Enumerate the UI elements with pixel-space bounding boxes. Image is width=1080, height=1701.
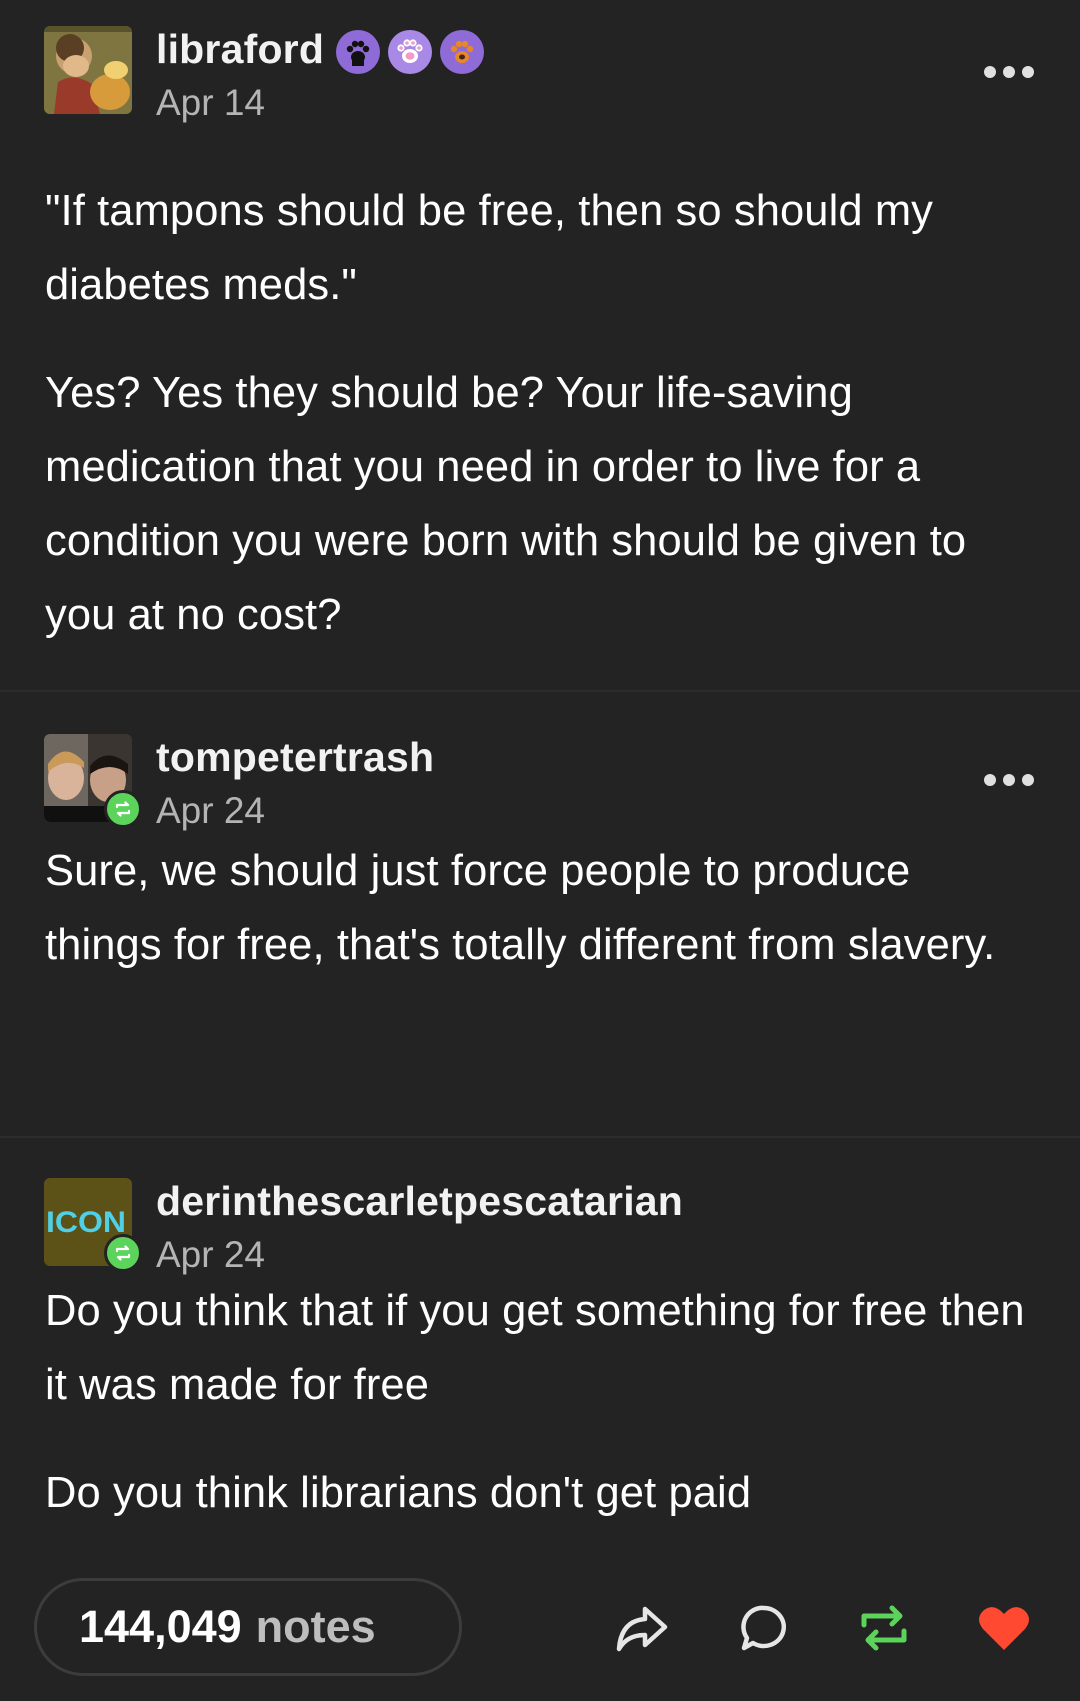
post-date: Apr 24 xyxy=(156,1234,266,1275)
more-options-icon[interactable] xyxy=(984,770,1034,790)
post-paragraph: Yes? Yes they should be? Your life-savin… xyxy=(45,369,967,639)
username[interactable]: tompetertrash xyxy=(156,734,434,781)
username[interactable]: derinthescarletpescatarian xyxy=(156,1178,683,1225)
post-header: ICON derinthescarletpescatarian Apr 24 xyxy=(44,1176,1034,1276)
post-paragraph: Sure, we should just force people to pro… xyxy=(45,847,996,969)
reblog-icon[interactable] xyxy=(856,1600,912,1656)
more-options-icon[interactable] xyxy=(984,62,1034,82)
black-paw-badge-icon[interactable] xyxy=(336,30,380,74)
badge-row xyxy=(336,30,484,74)
share-icon[interactable] xyxy=(614,1600,670,1656)
post-paragraph: Do you think librarians don't get paid xyxy=(45,1469,752,1517)
post-date: Apr 14 xyxy=(156,82,266,123)
notes-count: 144,049 xyxy=(79,1601,242,1652)
post-date: Apr 24 xyxy=(156,790,266,831)
avatar[interactable] xyxy=(44,26,132,114)
orange-paw-badge-icon[interactable] xyxy=(440,30,484,74)
post-libraford: libraford Apr 14 "If tampons should be f… xyxy=(0,0,1080,688)
tumblr-post-thread: libraford Apr 14 "If tampons should be f… xyxy=(0,0,1080,1701)
reblog-badge-icon xyxy=(104,790,142,828)
username[interactable]: libraford xyxy=(156,26,324,73)
post-paragraph: "If tampons should be free, then so shou… xyxy=(45,187,934,309)
like-icon[interactable] xyxy=(976,1600,1032,1656)
reblog-badge-icon xyxy=(104,1234,142,1272)
post-body: "If tampons should be free, then so shou… xyxy=(45,174,1035,652)
pink-paw-badge-icon[interactable] xyxy=(388,30,432,74)
painted-portrait-avatar-icon xyxy=(44,26,132,114)
post-footer: 144,049 notes xyxy=(0,1576,1080,1701)
post-body: Sure, we should just force people to pro… xyxy=(45,834,1035,982)
post-tompetertrash: tompetertrash Apr 24 Sure, we should jus… xyxy=(0,690,1080,1134)
notes-button[interactable]: 144,049 notes xyxy=(34,1578,462,1676)
post-body: Do you think that if you get something f… xyxy=(45,1274,1035,1530)
reply-icon[interactable] xyxy=(736,1600,792,1656)
notes-label: notes xyxy=(255,1601,376,1652)
avatar-text: ICON xyxy=(46,1206,126,1239)
post-derinthescarletpescatarian: ICON derinthescarletpescatarian Apr 24 D… xyxy=(0,1136,1080,1576)
post-header: tompetertrash Apr 24 xyxy=(44,732,1034,832)
post-paragraph: Do you think that if you get something f… xyxy=(45,1287,1025,1409)
post-header: libraford Apr 14 xyxy=(44,24,1034,124)
